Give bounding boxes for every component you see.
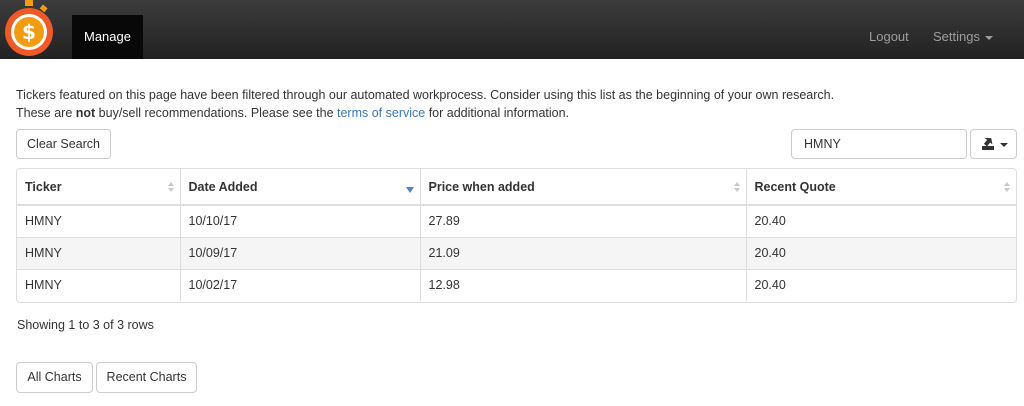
intro-line-2-bold: not [75,106,96,120]
cell-date-added: 10/02/17 [180,268,421,301]
caret-down-icon [984,35,993,40]
column-header-price-when-added[interactable]: Price when added [420,169,747,206]
cell-ticker: HMNY [17,236,181,269]
nav-settings-label: Settings [933,29,980,44]
cell-price-when-added: 27.89 [420,205,747,237]
export-dropdown-button[interactable] [970,129,1017,159]
cell-recent-quote: 20.40 [754,214,786,229]
intro-line-2-middle: buy/sell recommendations. Please see the [95,106,337,120]
intro-text: Tickers featured on this page have been … [16,86,1006,122]
intro-line-2-before: These are [16,106,76,120]
sort-both-icon [733,182,740,194]
table-row: HMNY 10/10/17 27.89 20.40 [17,205,1016,237]
sort-both-icon [1004,182,1010,194]
nav-logout[interactable]: Logout [869,15,909,59]
logo-dollar-glyph: $ [22,20,36,44]
cell-recent-quote: 20.40 [746,268,1016,301]
column-header-label: Ticker [25,179,62,194]
cell-ticker: HMNY [17,205,181,237]
export-icon [982,138,1008,150]
cell-ticker: HMNY [17,268,181,301]
sort-both-icon [167,182,174,194]
cell-price-when-added: 21.09 [420,236,747,269]
column-header-label: Date Added [188,179,258,194]
table-header-row: Ticker Date Added Price when added Recen… [17,169,1016,206]
tickers-table: Ticker Date Added Price when added Recen… [16,168,1017,303]
cell-recent-quote: 20.40 [746,236,1016,269]
intro-line-2: These are not buy/sell recommendations. … [16,104,1006,122]
nav-settings-dropdown[interactable]: Settings [933,15,993,59]
column-header-ticker[interactable]: Ticker [17,169,181,206]
cell-date-added: 10/10/17 [180,205,421,237]
sort-desc-icon [405,187,414,193]
pagination-info: Showing 1 to 3 of 3 rows [17,318,154,332]
column-header-label: Recent Quote [754,179,836,194]
column-header-recent-quote[interactable]: Recent Quote [746,169,1016,206]
table-row: HMNY 10/02/17 12.98 20.40 [17,268,1016,301]
intro-line-1: Tickers featured on this page have been … [16,88,835,102]
column-header-date-added[interactable]: Date Added [180,169,421,206]
cell-price-when-added: 12.98 [420,268,747,301]
intro-line-2-after: for additional information. [425,106,570,120]
recent-charts-button[interactable]: Recent Charts [96,362,197,393]
clear-search-button[interactable]: Clear Search [16,129,111,159]
top-navbar: $ Manage Logout Settings [0,0,1024,59]
column-header-label: Price when added [428,179,535,194]
logo-stopwatch-icon[interactable]: $ [3,0,55,59]
search-input[interactable] [791,129,967,159]
nav-manage[interactable]: Manage [72,15,143,59]
cell-date-added: 10/09/17 [180,236,421,269]
table-row: HMNY 10/09/17 21.09 20.40 [17,236,1016,269]
terms-of-service-link[interactable]: terms of service [337,106,425,120]
all-charts-button[interactable]: All Charts [16,362,93,393]
